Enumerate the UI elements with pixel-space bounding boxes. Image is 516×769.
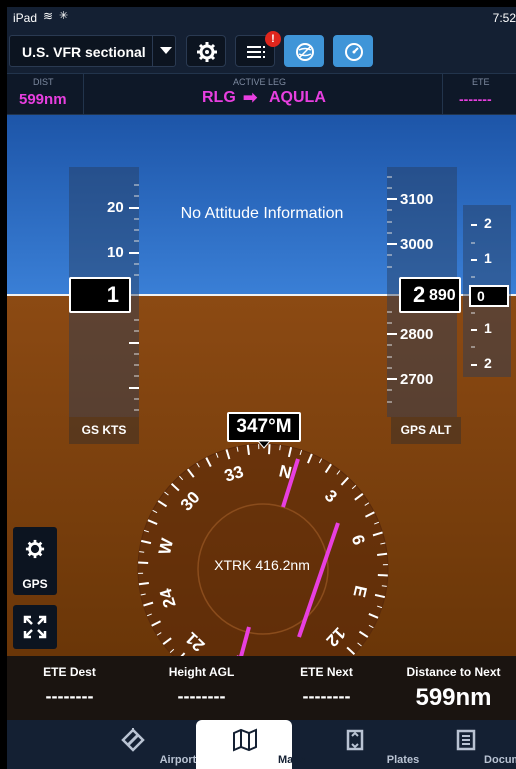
speed-tick-10: 10 (107, 244, 124, 261)
compass-tick (381, 585, 387, 587)
altitude-readout: 2 890 (399, 277, 461, 313)
alert-badge[interactable]: ! (265, 31, 281, 47)
dist-label: DIST (33, 77, 54, 87)
status-bar: iPad ≋ ✳ 7:52 (7, 7, 516, 29)
compass-tick (279, 445, 281, 451)
alt-tick-3100: 3100 (400, 191, 434, 208)
data-label: Distance to Next (406, 665, 501, 679)
vsi-tick-down-1: 1 (484, 320, 492, 336)
alt-tick-2800: 2800 (400, 326, 434, 343)
map-type-label: U.S. VFR sectional (22, 44, 146, 60)
wifi-icon: ≋ (43, 9, 54, 23)
distance-next-cell[interactable]: Distance to Next 599nm (391, 656, 516, 720)
gear-icon (25, 539, 45, 559)
clock: 7:52 (492, 11, 516, 25)
fullscreen-button[interactable] (13, 605, 57, 649)
ete-label: ETE (472, 77, 490, 87)
activity-spinner-icon: ✳ (59, 10, 69, 22)
gps-settings-button[interactable]: GPS (13, 527, 57, 595)
altitude-tape-label: GPS ALT (391, 417, 461, 444)
globe-view-button[interactable] (284, 35, 324, 67)
ete-value: ------- (459, 91, 492, 107)
leg-to: AQULA (269, 89, 326, 106)
globe-icon (296, 43, 314, 61)
speed-tick-20: 20 (107, 199, 124, 216)
data-value: -------- (302, 686, 351, 706)
selector-divider (152, 36, 153, 66)
app-frame: iPad ≋ ✳ 7:52 U.S. VFR sectional ! DIST … (7, 7, 516, 769)
active-leg-label: ACTIVE LEG (233, 77, 287, 87)
ete-dest-cell[interactable]: ETE Dest -------- (7, 656, 132, 720)
altitude-hundreds: 890 (429, 287, 456, 304)
map-icon (233, 728, 257, 752)
gauge-icon (345, 43, 363, 61)
altitude-thousands: 2 (413, 282, 426, 307)
tab-documents[interactable]: Documents (418, 720, 516, 769)
alt-tick-3000: 3000 (400, 236, 434, 253)
compass-tick (377, 552, 388, 556)
vsi-tick-up-1: 1 (484, 250, 492, 266)
list-icon (247, 46, 265, 58)
expand-icon (23, 615, 47, 639)
data-strip: ETE Dest -------- Height AGL -------- ET… (7, 656, 516, 720)
active-leg-bar[interactable]: DIST 599nm ACTIVE LEG RLG ➡ AQULA ETE --… (7, 73, 516, 116)
vsi-readout: 0 (469, 285, 509, 307)
compass-tick (138, 582, 149, 586)
ete-next-cell[interactable]: ETE Next -------- (264, 656, 389, 720)
leg-from: RLG (202, 89, 236, 106)
divider (83, 74, 84, 116)
heading-readout: 347°M (227, 412, 301, 442)
height-agl-cell[interactable]: Height AGL -------- (139, 656, 264, 720)
vsi-tick-down-2: 2 (484, 355, 492, 371)
chevron-down-icon[interactable] (160, 47, 172, 54)
heading-pointer-icon (258, 441, 270, 449)
documents-icon (456, 729, 476, 751)
gps-label: GPS (22, 577, 48, 591)
compass-tick (246, 444, 250, 455)
vsi-tick-up-2: 2 (484, 215, 492, 231)
compass-tick (139, 551, 145, 553)
data-label: ETE Dest (43, 665, 96, 679)
no-attitude-message: No Attitude Information (180, 205, 344, 222)
data-value: 599nm (415, 684, 492, 711)
data-value: -------- (45, 686, 94, 706)
speed-readout: 1 (69, 277, 131, 313)
tab-airports[interactable]: Airports (85, 720, 202, 769)
alt-tick-2700: 2700 (400, 371, 434, 388)
divider (442, 74, 443, 116)
data-value: -------- (177, 686, 226, 706)
compass-tick (377, 574, 388, 577)
data-label: Height AGL (168, 665, 235, 679)
instruments-button[interactable] (333, 35, 373, 67)
compass-tick (138, 561, 149, 564)
map-type-selector[interactable]: U.S. VFR sectional (9, 35, 176, 67)
speed-tape-label: GS KTS (69, 417, 139, 444)
settings-button[interactable] (186, 35, 226, 67)
tab-label: Documents (484, 754, 516, 766)
airport-icon (121, 728, 145, 752)
carrier-label: iPad (13, 11, 38, 25)
leg-arrow-icon: ➡ (243, 88, 258, 107)
tab-maps[interactable]: Maps (196, 720, 306, 769)
gear-icon (197, 42, 217, 62)
plates-icon (346, 729, 364, 751)
data-label: ETE Next (300, 665, 353, 679)
xtrk-readout: XTRK 416.2nm (214, 557, 310, 573)
dist-value: 599nm (19, 91, 67, 108)
tab-plates[interactable]: Plates (307, 720, 419, 769)
tab-bar: Airports Maps Plates Document (7, 720, 516, 769)
toolbar: U.S. VFR sectional ! (7, 29, 516, 73)
